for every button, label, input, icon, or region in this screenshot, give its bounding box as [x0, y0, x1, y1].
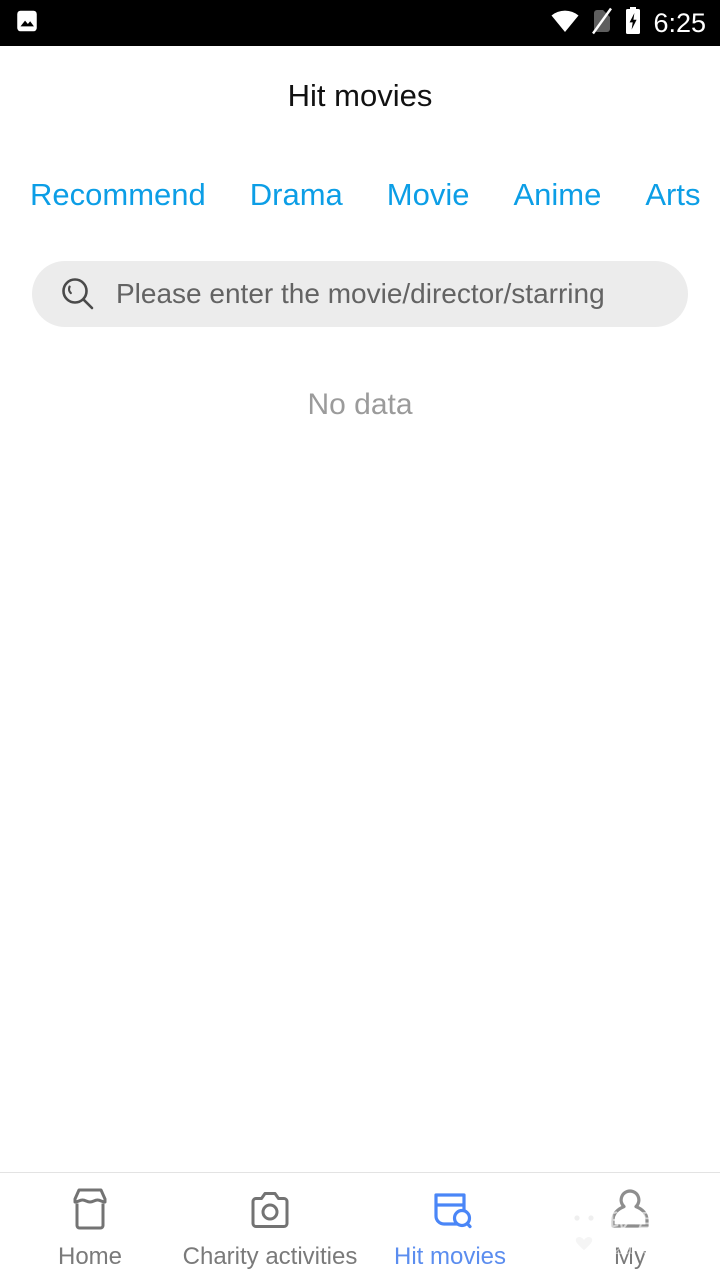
search-icon: [58, 274, 98, 314]
bottom-navigation-bar: Home Charity activities Hit movies My: [0, 1172, 720, 1280]
tab-anime[interactable]: Anime: [491, 177, 623, 213]
image-icon: [14, 8, 40, 39]
nav-label-home: Home: [57, 1243, 123, 1270]
status-bar: 6:25: [0, 0, 720, 46]
nav-item-hit-movies[interactable]: Hit movies: [360, 1185, 540, 1270]
status-bar-clock: 6:25: [653, 8, 706, 38]
nav-label-my: My: [614, 1243, 646, 1270]
no-sim-icon: [591, 7, 613, 40]
tab-drama[interactable]: Drama: [228, 177, 365, 213]
camera-icon: [244, 1185, 296, 1235]
tab-arts[interactable]: Arts: [623, 177, 700, 213]
app-screen: 6:25 Hit movies Recommend Drama Movie An…: [0, 0, 720, 1280]
browser-search-icon: [424, 1185, 476, 1235]
search-input[interactable]: Please enter the movie/director/starring: [116, 278, 605, 310]
category-tab-bar[interactable]: Recommend Drama Movie Anime Arts: [0, 160, 720, 230]
tab-movie[interactable]: Movie: [365, 177, 492, 213]
wifi-icon: [550, 8, 580, 39]
nav-item-my[interactable]: My: [540, 1185, 720, 1270]
nav-label-hit-movies: Hit movies: [393, 1243, 507, 1270]
page-header: Hit movies: [0, 46, 720, 146]
tab-recommend[interactable]: Recommend: [30, 177, 228, 213]
shop-icon: [64, 1185, 116, 1235]
status-bar-notifications: [14, 8, 40, 39]
empty-state-message: No data: [307, 388, 413, 421]
nav-label-charity-activities: Charity activities: [182, 1243, 358, 1270]
page-title: Hit movies: [287, 78, 433, 113]
battery-charging-icon: [624, 6, 642, 41]
nav-item-home[interactable]: Home: [0, 1185, 180, 1270]
search-bar[interactable]: Please enter the movie/director/starring: [32, 261, 688, 327]
nav-item-charity-activities[interactable]: Charity activities: [180, 1185, 360, 1270]
person-icon: [604, 1185, 656, 1235]
status-bar-indicators: 6:25: [550, 0, 706, 46]
